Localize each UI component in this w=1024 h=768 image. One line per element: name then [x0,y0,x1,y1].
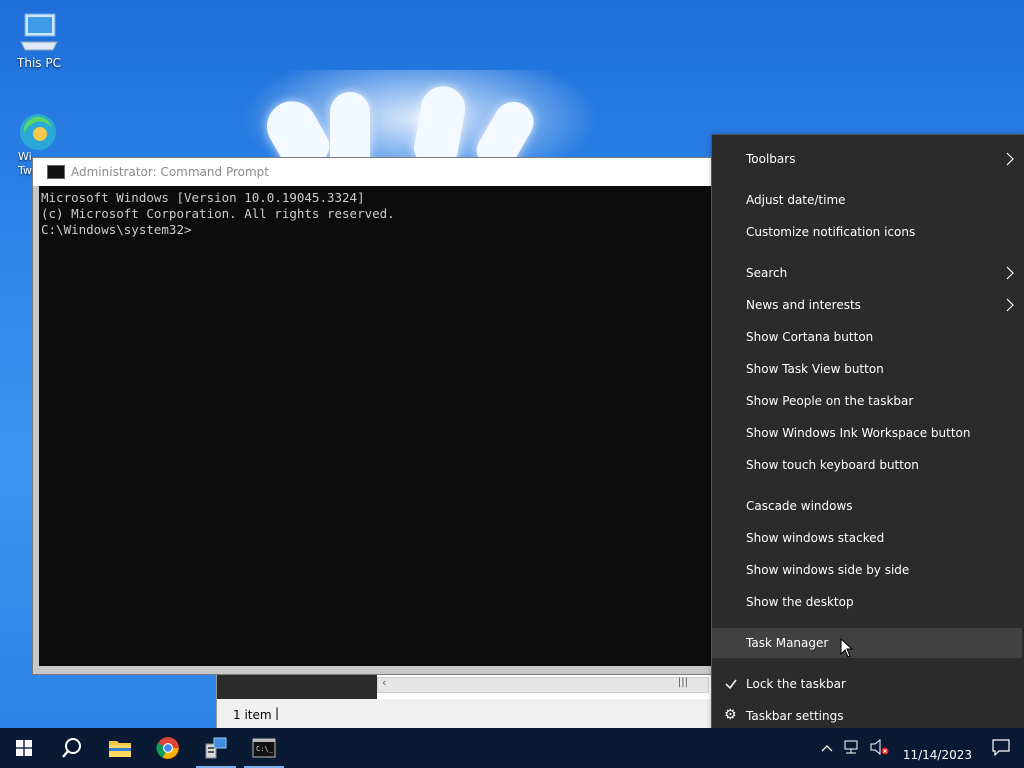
action-center-icon[interactable] [982,738,1024,759]
menu-item-label: Search [746,266,788,280]
menu-item-show-people[interactable]: Show People on the taskbar [712,386,1022,416]
gear-icon: ⚙ [724,707,737,723]
taskbar[interactable]: C:\_ 11/14/2023 [0,728,1024,768]
menu-item-show-the-desktop[interactable]: Show the desktop [712,587,1022,617]
menu-item-label: Customize notification icons [746,225,916,239]
chevron-left-icon[interactable]: ‹ [382,676,386,689]
folder-icon [109,741,131,757]
console-output[interactable]: Microsoft Windows [Version 10.0.19045.33… [39,186,723,666]
menu-item-cascade-windows[interactable]: Cascade windows [712,491,1022,521]
command-prompt-button[interactable]: C:\_ [240,728,288,768]
item-count: 1 item [233,708,272,722]
cmd-title: Administrator: Command Prompt [71,165,269,179]
scroll-thumb-grip-icon[interactable]: ||| [678,677,688,688]
explorer-nav-pane [217,671,377,699]
chevron-right-icon [1006,266,1014,283]
menu-item-label: Lock the taskbar [746,677,846,691]
chevron-right-icon [1006,298,1014,315]
menu-item-customize-notification-icons[interactable]: Customize notification icons [712,217,1022,247]
console-line: (c) Microsoft Corporation. All rights re… [41,206,395,221]
menu-item-label: Show windows stacked [746,531,885,545]
clock-date: 11/14/2023 [902,747,972,762]
command-prompt-window[interactable]: Administrator: Command Prompt Microsoft … [32,157,724,675]
taskbar-context-menu[interactable]: Toolbars Adjust date/time Customize noti… [711,134,1024,742]
horizontal-scrollbar[interactable]: ‹ ||| [377,676,709,693]
status-divider: | [275,706,280,720]
menu-item-label: Cascade windows [746,499,853,513]
menu-item-show-task-view-button[interactable]: Show Task View button [712,354,1022,384]
edge-icon [16,110,60,154]
checkmark-icon [724,677,738,694]
menu-item-adjust-date-time[interactable]: Adjust date/time [712,185,1022,215]
console-prompt: C:\Windows\system32> [41,222,192,237]
menu-item-taskbar-settings[interactable]: ⚙ Taskbar settings [712,701,1022,731]
network-icon[interactable] [839,739,865,758]
chrome-icon [156,737,179,759]
windows-logo-icon [16,740,32,756]
clock[interactable]: 11/14/2023 [893,734,982,763]
svg-text:C:\_: C:\_ [256,745,274,753]
server-manager-button[interactable] [192,728,240,768]
menu-item-label: Show People on the taskbar [746,394,914,408]
desktop-icon-this-pc[interactable]: This PC [4,10,74,70]
menu-item-label: Task Manager [746,636,829,650]
menu-item-show-cortana-button[interactable]: Show Cortana button [712,322,1022,352]
menu-item-task-manager[interactable]: Task Manager [712,628,1022,658]
file-explorer-button[interactable] [96,728,144,768]
menu-item-show-windows-side-by-side[interactable]: Show windows side by side [712,555,1022,585]
menu-item-label: News and interests [746,298,861,312]
menu-item-show-windows-stacked[interactable]: Show windows stacked [712,523,1022,553]
mouse-cursor-icon [840,637,854,661]
menu-item-search[interactable]: Search [712,258,1022,288]
chrome-button[interactable] [144,728,192,768]
cmd-titlebar[interactable]: Administrator: Command Prompt [33,158,723,186]
menu-item-label: Toolbars [746,152,796,166]
menu-item-label: Show touch keyboard button [746,458,919,472]
desktop-icon-label: This PC [17,56,61,70]
menu-item-label: Taskbar settings [746,709,844,723]
start-button[interactable] [0,728,48,768]
system-tray[interactable]: 11/14/2023 [815,728,1024,768]
menu-item-label: Show Task View button [746,362,884,376]
menu-item-news-and-interests[interactable]: News and interests [712,290,1022,320]
chevron-up-icon[interactable] [815,741,839,755]
menu-item-label: Show the desktop [746,595,854,609]
menu-item-label: Adjust date/time [746,193,846,207]
menu-item-toolbars[interactable]: Toolbars [712,144,1022,174]
clock-time [903,734,972,748]
search-icon [62,738,81,758]
server-manager-icon [205,737,227,759]
menu-item-show-ink-workspace[interactable]: Show Windows Ink Workspace button [712,418,1022,448]
console-line: Microsoft Windows [Version 10.0.19045.33… [41,190,365,205]
explorer-statusbar: 1 item | [217,699,717,731]
menu-item-lock-the-taskbar[interactable]: Lock the taskbar [712,669,1022,699]
file-explorer-window[interactable]: ‹ ||| 1 item | [216,670,718,732]
cmd-app-icon [47,165,65,179]
menu-item-label: Show Cortana button [746,330,874,344]
menu-item-label: Show Windows Ink Workspace button [746,426,971,440]
menu-item-show-touch-keyboard[interactable]: Show touch keyboard button [712,450,1022,480]
volume-muted-icon[interactable] [865,738,893,758]
search-button[interactable] [48,728,96,768]
cmd-icon: C:\_ [252,738,276,758]
chevron-right-icon [1006,152,1014,169]
computer-icon [17,10,61,54]
menu-item-label: Show windows side by side [746,563,910,577]
